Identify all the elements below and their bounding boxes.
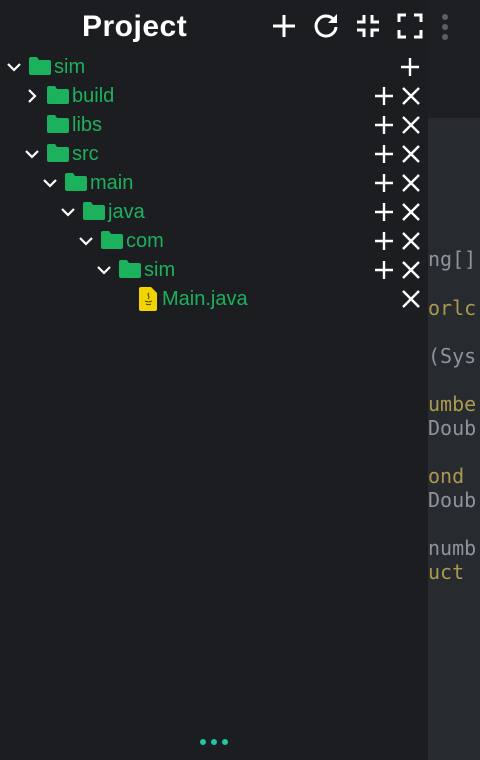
plus-icon[interactable] <box>373 114 395 136</box>
tree-item-sim[interactable]: sim <box>0 53 428 82</box>
panel-handle[interactable] <box>200 735 228 749</box>
plus-icon[interactable] <box>399 56 421 78</box>
plus-icon[interactable] <box>373 85 395 107</box>
tree-item-label: sim <box>54 56 86 78</box>
plus-icon[interactable] <box>373 259 395 281</box>
folder-icon <box>101 231 123 249</box>
refresh-button[interactable] <box>310 10 342 42</box>
code-fragment: Doub <box>428 488 477 512</box>
tree-item-label: src <box>72 143 99 165</box>
plus-icon <box>273 15 295 37</box>
collapse-all-button[interactable] <box>352 10 384 42</box>
fullscreen-button[interactable] <box>394 10 426 42</box>
folder-icon <box>47 144 69 162</box>
tree-item-label: java <box>108 201 145 223</box>
project-panel: Project sim build libs src main java com… <box>0 0 428 760</box>
dot <box>222 739 228 745</box>
plus-icon[interactable] <box>373 172 395 194</box>
close-icon[interactable] <box>400 85 422 107</box>
plus-icon[interactable] <box>373 230 395 252</box>
code-fragment: (Sys <box>428 344 477 368</box>
editor-toolbar <box>428 0 480 118</box>
close-icon[interactable] <box>400 114 422 136</box>
code-fragment: ng[] <box>428 247 477 271</box>
fullscreen-icon <box>397 13 423 39</box>
close-icon[interactable] <box>400 201 422 223</box>
dot <box>200 739 206 745</box>
close-icon[interactable] <box>400 230 422 252</box>
tree-item-main-java[interactable]: Main.java <box>0 285 428 314</box>
code-fragment: Doub <box>428 416 477 440</box>
tree-item-libs[interactable]: libs <box>0 111 428 140</box>
dot <box>211 739 217 745</box>
folder-icon <box>83 202 105 220</box>
tree-item-label: com <box>126 230 164 252</box>
folder-icon <box>47 115 69 133</box>
chevron-down-icon[interactable] <box>5 58 23 76</box>
tree-item-label: sim <box>144 259 176 281</box>
close-icon[interactable] <box>400 288 422 310</box>
tree-item-label: build <box>72 85 115 107</box>
tree-item-build[interactable]: build <box>0 82 428 111</box>
folder-icon <box>29 57 51 75</box>
tree-item-label: Main.java <box>162 288 248 310</box>
tree-item-label: libs <box>72 114 103 136</box>
chevron-right-icon[interactable] <box>23 87 41 105</box>
tree-item-com[interactable]: com <box>0 227 428 256</box>
tree-item-sim-package[interactable]: sim <box>0 256 428 285</box>
folder-icon <box>119 260 141 278</box>
panel-title: Project <box>82 10 188 43</box>
code-fragment: ond <box>428 464 465 488</box>
chevron-down-icon[interactable] <box>41 174 59 192</box>
chevron-down-icon[interactable] <box>95 261 113 279</box>
tree-item-java[interactable]: java <box>0 198 428 227</box>
close-icon[interactable] <box>400 172 422 194</box>
plus-icon[interactable] <box>373 201 395 223</box>
code-editor-pane[interactable]: ng[] orlc (Sys umbe Doub ond Doub numb u… <box>428 0 480 760</box>
tree-item-main[interactable]: main <box>0 169 428 198</box>
collapse-icon <box>357 15 379 37</box>
code-fragment: orlc <box>428 296 477 320</box>
code-fragment: umbe <box>428 392 477 416</box>
java-file-icon <box>139 287 157 311</box>
plus-icon[interactable] <box>373 143 395 165</box>
folder-icon <box>65 173 87 191</box>
chevron-down-icon[interactable] <box>77 232 95 250</box>
close-icon[interactable] <box>400 143 422 165</box>
code-fragment: uct <box>428 560 465 584</box>
refresh-icon <box>314 14 338 38</box>
tree-item-src[interactable]: src <box>0 140 428 169</box>
chevron-down-icon[interactable] <box>59 203 77 221</box>
code-fragment: numb <box>428 536 477 560</box>
tree-item-label: main <box>90 172 134 194</box>
folder-icon <box>47 86 69 104</box>
close-icon[interactable] <box>400 259 422 281</box>
chevron-down-icon[interactable] <box>23 145 41 163</box>
more-options-icon[interactable] <box>442 14 450 44</box>
add-button[interactable] <box>268 10 300 42</box>
